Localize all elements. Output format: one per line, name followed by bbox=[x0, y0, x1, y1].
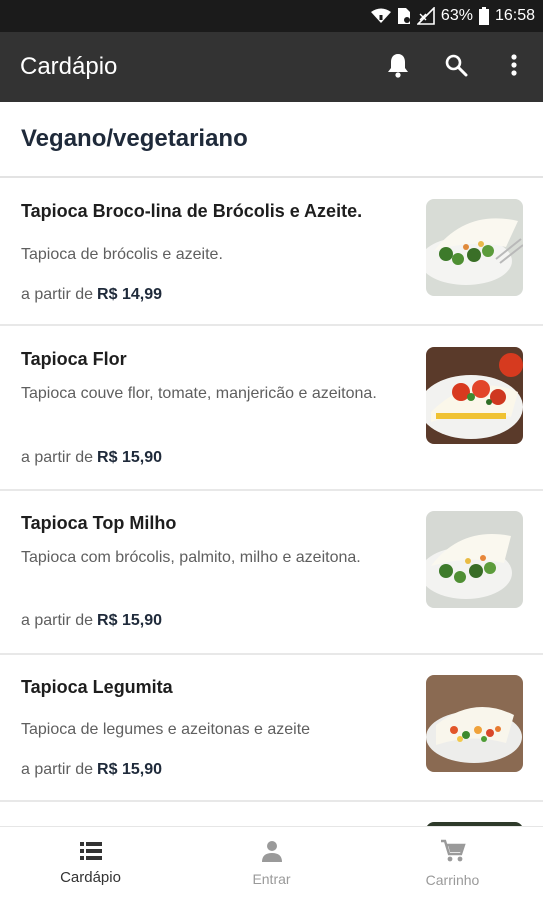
nav-label: Carrinho bbox=[425, 872, 480, 888]
battery-icon bbox=[478, 7, 489, 25]
item-image bbox=[426, 675, 523, 772]
clock: 16:58 bbox=[494, 7, 535, 24]
item-name: Tapioca Legumita bbox=[21, 677, 173, 697]
nav-label: Cardápio bbox=[60, 868, 121, 886]
price-prefix: a partir de bbox=[21, 612, 94, 629]
cart-icon bbox=[440, 839, 466, 868]
nav-carrinho[interactable]: Carrinho bbox=[362, 827, 543, 900]
item-price: a partir de R$ 15,90 bbox=[21, 761, 162, 779]
search-icon bbox=[444, 53, 468, 82]
section-title: Vegano/vegetariano bbox=[0, 102, 543, 178]
status-bar: 63% 16:58 bbox=[0, 0, 543, 32]
price-prefix: a partir de bbox=[21, 449, 94, 466]
more-options-button[interactable] bbox=[485, 32, 543, 102]
menu-item[interactable]: Tapioca Flor Tapioca couve flor, tomate,… bbox=[0, 326, 543, 491]
price-amount: R$ 15,90 bbox=[97, 449, 162, 466]
price-amount: R$ 14,99 bbox=[97, 286, 162, 303]
item-price: a partir de R$ 14,99 bbox=[21, 286, 162, 304]
bell-icon bbox=[387, 52, 409, 83]
sim-icon bbox=[397, 7, 411, 25]
person-icon bbox=[261, 840, 283, 867]
menu-item[interactable]: Tapioca Top Milho Tapioca com brócolis, … bbox=[0, 491, 543, 655]
price-amount: R$ 15,90 bbox=[97, 761, 162, 778]
price-prefix: a partir de bbox=[21, 286, 94, 303]
battery-percent: 63% bbox=[440, 7, 473, 24]
item-image bbox=[426, 347, 523, 444]
app-bar: Cardápio bbox=[0, 32, 543, 102]
menu-list-icon bbox=[79, 841, 102, 865]
menu-item[interactable]: Tapioca Legumita Tapioca de legumes e az… bbox=[0, 655, 543, 802]
price-amount: R$ 15,90 bbox=[97, 612, 162, 629]
search-button[interactable] bbox=[427, 32, 485, 102]
nav-label: Entrar bbox=[252, 871, 291, 887]
item-name: Tapioca Broco-lina de Brócolis e Azeite. bbox=[21, 201, 363, 221]
item-image bbox=[426, 511, 523, 608]
item-name: Tapioca Flor bbox=[21, 349, 127, 369]
menu-item[interactable]: Tapioca Broco-lina de Brócolis e Azeite.… bbox=[0, 178, 543, 326]
item-price: a partir de R$ 15,90 bbox=[21, 449, 162, 467]
notifications-button[interactable] bbox=[369, 32, 427, 102]
bottom-navigation: Cardápio Entrar Carrinho bbox=[0, 826, 543, 900]
nav-cardapio[interactable]: Cardápio bbox=[0, 827, 181, 900]
item-description: Tapioca com brócolis, palmito, milho e a… bbox=[21, 549, 361, 566]
more-vert-icon bbox=[510, 53, 518, 82]
item-price: a partir de R$ 15,90 bbox=[21, 612, 162, 630]
menu-item[interactable] bbox=[0, 802, 543, 826]
wifi-icon bbox=[370, 8, 391, 24]
item-description: Tapioca de legumes e azeitonas e azeite bbox=[21, 721, 311, 738]
menu-list: Tapioca Broco-lina de Brócolis e Azeite.… bbox=[0, 178, 543, 826]
app-title: Cardápio bbox=[20, 53, 118, 80]
item-name: Tapioca Top Milho bbox=[21, 513, 177, 533]
item-description: Tapioca couve flor, tomate, manjericão e… bbox=[21, 385, 377, 402]
item-image bbox=[426, 199, 523, 296]
item-description: Tapioca de brócolis e azeite. bbox=[21, 246, 223, 263]
nav-entrar[interactable]: Entrar bbox=[181, 827, 362, 900]
signal-icon bbox=[416, 7, 435, 25]
app-bar-actions bbox=[369, 32, 543, 102]
price-prefix: a partir de bbox=[21, 761, 94, 778]
